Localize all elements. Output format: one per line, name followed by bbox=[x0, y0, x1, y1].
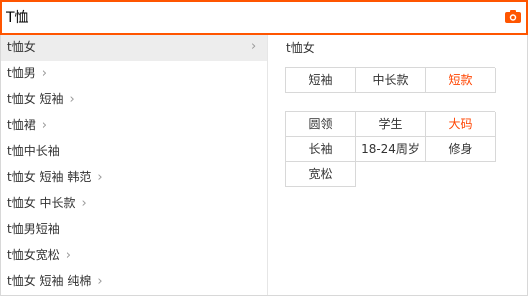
chevron-right-icon[interactable]: › bbox=[82, 196, 87, 211]
attribute-tag[interactable]: 长袖 bbox=[286, 137, 356, 162]
suggestion-item[interactable]: t恤男 › bbox=[1, 61, 267, 87]
suggestion-text: t恤男短袖 bbox=[7, 222, 60, 236]
suggestion-item[interactable]: t恤女 短袖 纯棉 › bbox=[1, 269, 267, 295]
chevron-right-icon[interactable]: › bbox=[97, 170, 102, 185]
suggestion-text: t恤裙 bbox=[7, 118, 36, 132]
attribute-panel: t恤女 短袖 中长款 短款 圆领 学生 大码长袖 18-24周岁 修身宽松 bbox=[268, 35, 528, 295]
suggestion-item[interactable]: t恤女 中长款 › bbox=[1, 191, 267, 217]
search-bar bbox=[0, 0, 528, 35]
tag-group-1: 短袖 中长款 短款 bbox=[285, 67, 496, 93]
suggestion-item[interactable]: t恤中长袖 bbox=[1, 139, 267, 165]
search-input[interactable] bbox=[6, 7, 486, 29]
attribute-tag[interactable]: 中长款 bbox=[356, 68, 426, 93]
suggestion-item[interactable]: t恤女宽松 › bbox=[1, 243, 267, 269]
suggestion-text: t恤女 短袖 纯棉 bbox=[7, 274, 92, 288]
suggestion-list: t恤女 › t恤男 › t恤女 短袖 › t恤裙 › t恤中长袖 t恤女 短袖 韩范 › t恤女 中长… bbox=[1, 35, 268, 295]
suggestion-text: t恤女 bbox=[7, 40, 36, 54]
attribute-tag[interactable]: 圆领 bbox=[286, 112, 356, 137]
suggestion-text: t恤女 短袖 bbox=[7, 92, 64, 106]
suggestion-text: t恤中长袖 bbox=[7, 144, 60, 158]
suggestion-item[interactable]: t恤女 › bbox=[1, 35, 267, 61]
camera-icon[interactable] bbox=[505, 10, 521, 23]
chevron-right-icon[interactable]: › bbox=[251, 35, 256, 59]
attribute-tag[interactable]: 大码 bbox=[426, 112, 496, 137]
attribute-tag[interactable]: 修身 bbox=[426, 137, 496, 162]
attribute-tag[interactable]: 18-24周岁 bbox=[356, 137, 426, 162]
suggestion-dropdown: t恤女 › t恤男 › t恤女 短袖 › t恤裙 › t恤中长袖 t恤女 短袖 韩范 › t恤女 中长… bbox=[0, 35, 528, 296]
suggestion-item[interactable]: t恤裙 › bbox=[1, 113, 267, 139]
chevron-right-icon[interactable]: › bbox=[97, 274, 102, 289]
chevron-right-icon[interactable]: › bbox=[42, 66, 47, 81]
suggestion-item[interactable]: t恤女 短袖 韩范 › bbox=[1, 165, 267, 191]
tag-group-2: 圆领 学生 大码长袖 18-24周岁 修身宽松 bbox=[285, 111, 496, 187]
suggestion-text: t恤女宽松 bbox=[7, 248, 60, 262]
suggestion-text: t恤女 中长款 bbox=[7, 196, 76, 210]
chevron-right-icon[interactable]: › bbox=[66, 248, 71, 263]
attribute-tag[interactable]: 短袖 bbox=[286, 68, 356, 93]
chevron-right-icon[interactable]: › bbox=[70, 92, 75, 107]
suggestion-item[interactable]: t恤女 短袖 › bbox=[1, 87, 267, 113]
attribute-tag[interactable]: 学生 bbox=[356, 112, 426, 137]
suggestion-item[interactable]: t恤男短袖 bbox=[1, 217, 267, 243]
chevron-right-icon[interactable]: › bbox=[42, 118, 47, 133]
suggestion-text: t恤男 bbox=[7, 66, 36, 80]
suggestion-text: t恤女 短袖 韩范 bbox=[7, 170, 92, 184]
attribute-tag[interactable]: 短款 bbox=[426, 68, 496, 93]
attribute-tag[interactable]: 宽松 bbox=[286, 162, 356, 187]
panel-title: t恤女 bbox=[286, 41, 315, 55]
